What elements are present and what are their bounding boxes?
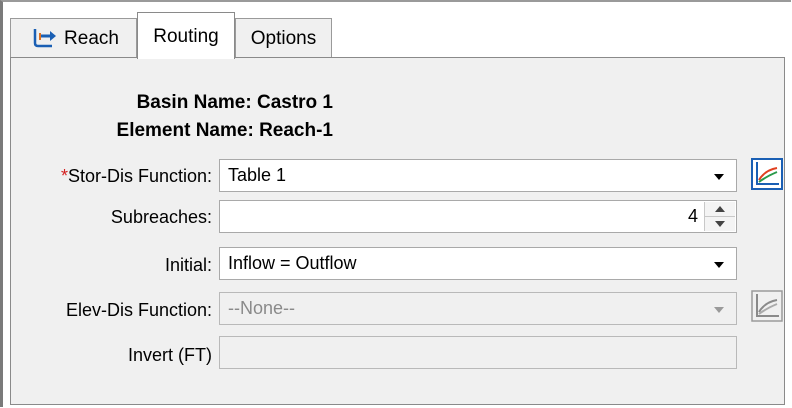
stor-dis-label: *Stor-Dis Function:	[60, 166, 212, 186]
initial-value: Inflow = Outflow	[228, 253, 357, 273]
graph-icon-disabled	[751, 290, 783, 322]
initial-select[interactable]: Inflow = Outflow	[219, 247, 737, 280]
basin-name: Basin Name: Castro 1	[137, 92, 333, 114]
down-arrow-icon	[715, 221, 725, 227]
subreaches-label: Subreaches:	[110, 207, 212, 227]
basin-name-label: Basin Name:	[136, 92, 252, 113]
chevron-down-icon	[714, 174, 724, 180]
tab-options[interactable]: Options	[235, 18, 332, 57]
stor-dis-select[interactable]: Table 1	[219, 159, 737, 192]
elev-dis-value: --None--	[228, 298, 296, 318]
element-name: Element Name: Reach-1	[117, 120, 333, 142]
tab-reach-label: Reach	[64, 27, 119, 49]
spin-up-button[interactable]	[705, 202, 735, 217]
tab-routing-label: Routing	[153, 25, 219, 47]
element-name-label: Element Name:	[116, 120, 254, 141]
invert-label: Invert (FT)	[128, 345, 212, 365]
reach-icon	[33, 29, 57, 48]
chevron-down-icon	[714, 307, 724, 313]
spinner[interactable]	[704, 202, 735, 231]
tab-reach[interactable]: Reach	[10, 18, 137, 57]
subreaches-value: 4	[687, 206, 698, 226]
initial-label: Initial:	[164, 255, 212, 275]
basin-name-value: Castro 1	[256, 92, 333, 113]
tab-routing[interactable]: Routing	[137, 12, 235, 59]
required-mark: *	[60, 166, 68, 186]
tab-options-label: Options	[250, 27, 317, 49]
spin-down-button[interactable]	[705, 217, 735, 231]
invert-field[interactable]	[219, 336, 737, 369]
elev-dis-select[interactable]: --None--	[219, 292, 737, 325]
elev-dis-label: Elev-Dis Function:	[65, 300, 212, 320]
chevron-down-icon	[714, 262, 724, 268]
graph-icon[interactable]	[751, 158, 783, 190]
stor-dis-value: Table 1	[228, 165, 287, 185]
element-name-value: Reach-1	[259, 120, 333, 141]
up-arrow-icon	[715, 206, 725, 212]
subreaches-stepper[interactable]: 4	[219, 200, 737, 233]
